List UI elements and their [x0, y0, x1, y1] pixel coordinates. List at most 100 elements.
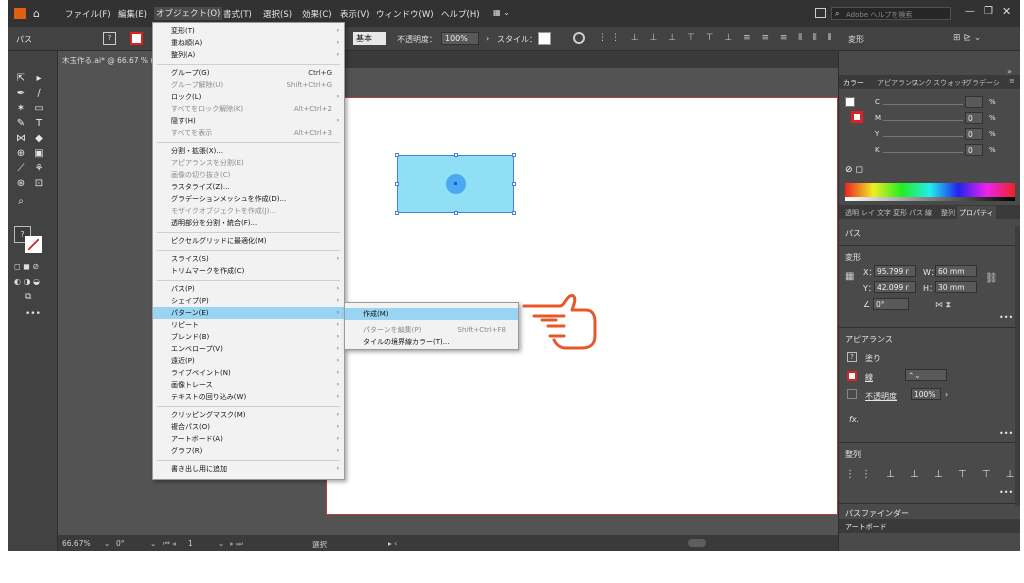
chevron-right-icon[interactable]: ›	[486, 34, 489, 43]
pen-tool-icon[interactable]: ✒	[15, 88, 27, 100]
eyedropper-tool-icon[interactable]: ⟋	[15, 163, 27, 175]
color-fill-icon[interactable]	[845, 97, 855, 107]
fill-swatch-icon[interactable]: ?	[103, 32, 116, 45]
transform-label[interactable]: 変形	[848, 34, 864, 45]
menu-item-shape[interactable]: シェイプ(P) ›	[153, 295, 344, 307]
play-icon[interactable]: ▸ ‹	[388, 539, 397, 548]
menu-item-slice[interactable]: スライス(S) ›	[153, 253, 344, 265]
menu-item-object-mosaic[interactable]: モザイクオブジェクトを作成(J)...	[153, 205, 344, 217]
menu-item-text-wrap[interactable]: テキストの回り込み(W) ›	[153, 391, 344, 403]
menu-item-crop-image[interactable]: 画像の切り抜き(C)	[153, 169, 344, 181]
submenu-item-tile-edge-color[interactable]: タイルの境界線カラー(T)...	[345, 336, 518, 348]
selection-handle[interactable]	[512, 153, 516, 157]
artboard-tool-icon[interactable]: ⊡	[33, 178, 45, 190]
channel-c-input[interactable]	[965, 96, 983, 108]
panel-options-icon[interactable]: ⊞ ⊵ ⌄	[953, 33, 981, 43]
flip-icons[interactable]: ⋈ ⧗	[935, 300, 951, 310]
menu-window[interactable]: ウィンドウ(W)	[376, 8, 434, 20]
menu-item-align[interactable]: 整列(A) ›	[153, 49, 344, 61]
tab-transform[interactable]: 変形	[893, 208, 907, 218]
menu-item-artboards[interactable]: アートボード(A) ›	[153, 433, 344, 445]
restore-icon[interactable]: ❐	[984, 6, 993, 17]
pencil-tool-icon[interactable]: ✎	[15, 118, 27, 130]
menu-item-gradient-mesh[interactable]: グラデーションメッシュを作成(D)...	[153, 193, 344, 205]
panel-menu-icon[interactable]: ≡	[1009, 77, 1015, 85]
menu-item-envelope[interactable]: エンベロープ(V) ›	[153, 343, 344, 355]
width-tool-icon[interactable]: ⋈	[15, 133, 27, 145]
menu-edit[interactable]: 編集(E)	[118, 8, 147, 20]
w-input[interactable]: 60 mm	[935, 265, 977, 277]
menu-item-unlock-all[interactable]: すべてをロック解除(K) Alt+Ctrl+2	[153, 103, 344, 115]
edit-toolbar-icon[interactable]: •••	[25, 309, 41, 319]
align-buttons[interactable]: ⋮⋮ ⊥ ⊥ ⊥ ⊤ ⊤ ⊥	[845, 469, 1020, 480]
selection-handle[interactable]	[395, 182, 399, 186]
channel-y-slider[interactable]	[883, 136, 963, 137]
help-search-field[interactable]: ⌕ Adobe ヘルプを検索	[831, 7, 951, 20]
h-input[interactable]: 30 mm	[935, 281, 977, 293]
submenu-item-make-pattern[interactable]: 作成(M)	[345, 308, 518, 320]
draw-mode-icons[interactable]: ◐ ◑ ◒	[14, 277, 40, 286]
chevron-down-icon[interactable]: ⌄	[150, 539, 156, 548]
menu-item-image-trace[interactable]: 画像トレース ›	[153, 379, 344, 391]
stroke-weight-input[interactable]: ⌃⌄	[905, 369, 947, 381]
angle-input[interactable]: 0°	[873, 298, 909, 310]
arrange-documents-icon[interactable]	[815, 8, 826, 18]
direct-selection-tool-icon[interactable]: ▸	[33, 73, 45, 85]
selection-handle[interactable]	[395, 153, 399, 157]
tab-pathfinder[interactable]: パス	[909, 208, 923, 218]
menu-item-group[interactable]: グループ(G) Ctrl+G	[153, 67, 344, 79]
opacity-input[interactable]: 100%	[911, 388, 941, 400]
menu-item-clipping-mask[interactable]: クリッピングマスク(M) ›	[153, 409, 344, 421]
document-tab[interactable]: 木玉作る.ai* @ 66.67 % (R	[58, 51, 158, 68]
more-options-icon[interactable]: •••	[999, 313, 1013, 322]
rectangle-tool-icon[interactable]: ▭	[33, 103, 45, 115]
menu-item-hide[interactable]: 隠す(H) ›	[153, 115, 344, 127]
stroke-color-icon[interactable]	[25, 236, 42, 253]
blend-tool-icon[interactable]: ⚘	[33, 163, 45, 175]
selection-handle[interactable]	[512, 182, 516, 186]
fill-unknown-icon[interactable]: ?	[847, 352, 857, 362]
channel-c-slider[interactable]	[883, 104, 963, 105]
menu-help[interactable]: ヘルプ(H)	[441, 8, 480, 20]
opacity-label[interactable]: 不透明度	[865, 391, 897, 402]
eraser-tool-icon[interactable]: ◆	[33, 133, 45, 145]
selection-handle[interactable]	[395, 211, 399, 215]
reference-point-icon[interactable]: ▦	[845, 271, 854, 282]
menu-item-trim-marks[interactable]: トリムマークを作成(C)	[153, 265, 344, 277]
tab-stroke[interactable]: 線	[925, 208, 939, 218]
type-tool-icon[interactable]: T	[33, 118, 45, 130]
minimize-icon[interactable]: —	[965, 6, 975, 17]
tab-color[interactable]: カラー	[843, 78, 864, 88]
tab-layers[interactable]: レイヤー	[861, 208, 875, 218]
selection-tool-icon[interactable]: ⇱	[15, 73, 27, 85]
symbol-sprayer-icon[interactable]: ⊛	[15, 178, 27, 190]
menu-type[interactable]: 書式(T)	[223, 8, 252, 20]
color-spectrum-bar[interactable]	[845, 183, 1015, 197]
tab-properties[interactable]: プロパティ	[957, 206, 996, 219]
stroke-style-field[interactable]: 基本	[353, 32, 386, 45]
chevron-down-icon[interactable]: ⌄	[218, 539, 224, 548]
menu-item-compound-path[interactable]: 複合パス(O) ›	[153, 421, 344, 433]
menu-view[interactable]: 表示(V)	[340, 8, 369, 20]
menu-item-expand-appearance[interactable]: アピアランスを分割(E)	[153, 157, 344, 169]
workspace-switcher-icon[interactable]: ▦ ⌄	[493, 8, 510, 17]
chevron-down-icon[interactable]: ⌄	[104, 539, 110, 548]
tab-character[interactable]: 文字	[877, 208, 891, 218]
perspective-tool-icon[interactable]: ▣	[33, 148, 45, 160]
channel-y-input[interactable]: 0	[965, 128, 983, 140]
zoom-level[interactable]: 66.67%	[62, 539, 91, 548]
channel-m-input[interactable]: 0	[965, 112, 983, 124]
menu-select[interactable]: 選択(S)	[263, 8, 292, 20]
rotation-value[interactable]: 0°	[116, 539, 125, 548]
menu-object[interactable]: オブジェクト(O)	[154, 7, 223, 20]
selection-handle[interactable]	[454, 153, 458, 157]
channel-m-slider[interactable]	[883, 120, 963, 121]
stroke-label[interactable]: 線	[865, 372, 873, 383]
panel-scrollbar[interactable]	[1015, 226, 1020, 506]
stroke-swatch-icon[interactable]	[130, 32, 143, 45]
tab-align[interactable]: 整列	[941, 208, 955, 218]
menu-file[interactable]: ファイル(F)	[65, 8, 111, 20]
menu-item-pixel-grid[interactable]: ピクセルグリッドに最適化(M)	[153, 235, 344, 247]
none-white-black-swatches[interactable]: ⊘ ◻	[845, 165, 863, 175]
scroll-thumb[interactable]	[688, 539, 706, 547]
